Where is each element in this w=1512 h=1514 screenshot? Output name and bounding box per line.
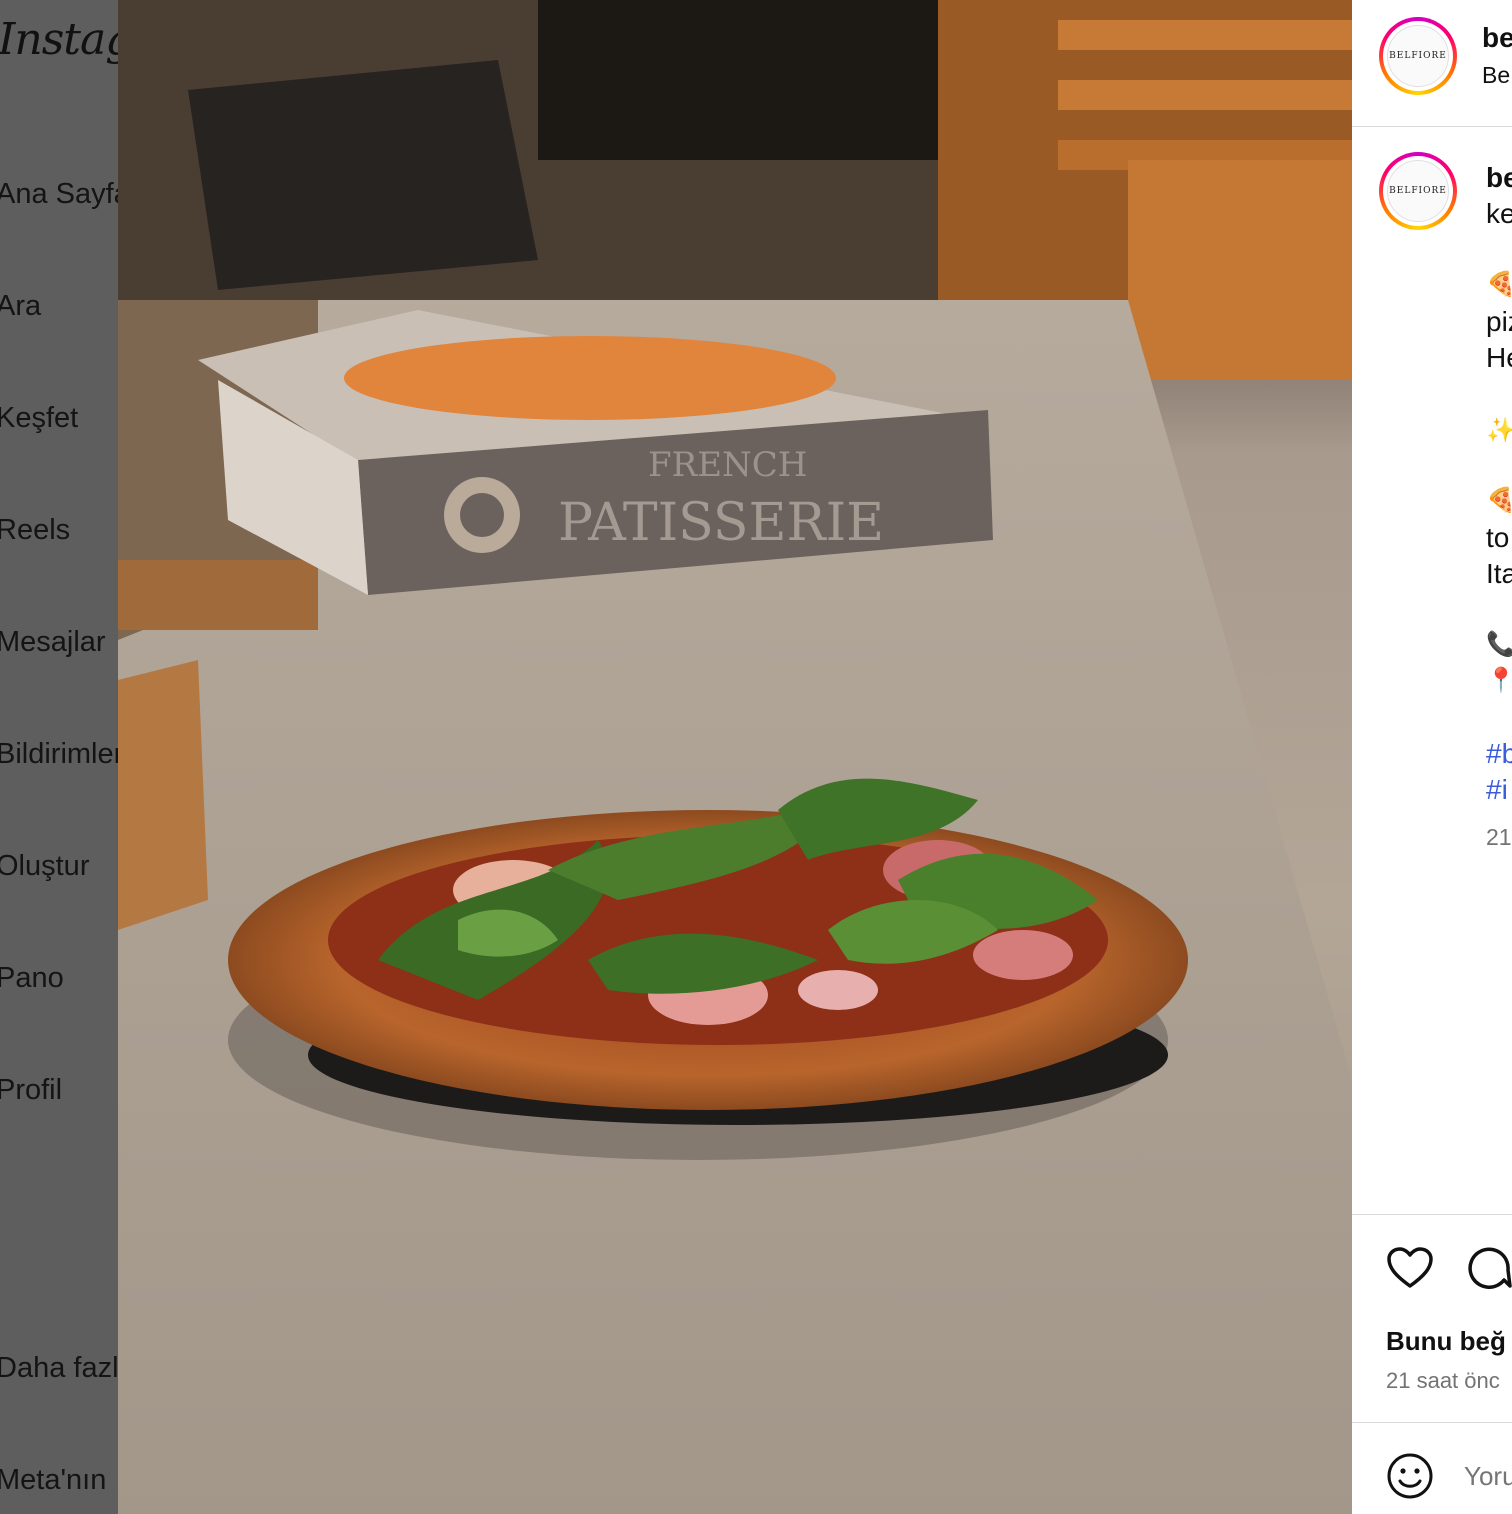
heart-icon[interactable] [1386, 1246, 1434, 1290]
sidebar-item-explore[interactable]: Keşfet [0, 402, 78, 435]
likes-text[interactable]: Bunu beğ [1386, 1326, 1506, 1357]
post-author-avatar[interactable]: BELFIORE [1379, 17, 1457, 95]
comment-input[interactable] [1464, 1458, 1512, 1494]
box-text-patisserie: PATISSERIE [558, 493, 884, 553]
post-location[interactable]: Be [1482, 62, 1510, 89]
sidebar-item-more[interactable]: Daha fazla [0, 1352, 118, 1385]
caption-emoji-phone: 📞 [1486, 631, 1512, 658]
sidebar-item-profile[interactable]: Profil [0, 1074, 62, 1107]
avatar: BELFIORE [1387, 160, 1449, 222]
caption-username[interactable]: be [1486, 162, 1512, 194]
caption-emoji-sparkles: ✨ [1486, 417, 1512, 444]
sidebar-item-dashboard[interactable]: Pano [0, 962, 64, 995]
caption-author-avatar[interactable]: BELFIORE [1379, 152, 1457, 230]
pizza-photo: FRENCH PATISSERIE [118, 0, 1352, 1514]
caption-emoji-pizza: 🍕 [1486, 271, 1512, 298]
sidebar-item-create[interactable]: Oluştur [0, 850, 89, 883]
smiley-icon[interactable] [1386, 1452, 1434, 1500]
caption-text-line: to [1486, 522, 1510, 553]
caption-text-line: He [1486, 342, 1512, 373]
hashtag-link[interactable]: #b [1486, 738, 1512, 770]
caption-emoji-pin: 📍 [1486, 667, 1512, 694]
post-author-username[interactable]: be [1482, 22, 1512, 54]
caption-text-line: ke [1486, 198, 1512, 229]
sidebar-item-notifications[interactable]: Bildirimler [0, 738, 118, 771]
caption-emoji-pizza: 🍕 [1486, 487, 1512, 514]
box-text-french: FRENCH [648, 445, 807, 485]
instagram-logo[interactable]: Instagram [0, 14, 118, 65]
header-divider [1352, 126, 1512, 127]
comment-divider [1352, 1422, 1512, 1423]
sidebar-item-meta[interactable]: Meta'nın [0, 1464, 106, 1497]
sidebar-item-search[interactable]: Ara [0, 290, 41, 323]
hashtag-link[interactable]: #i [1486, 774, 1508, 806]
caption-text-line: Ita [1486, 558, 1512, 589]
comment-icon[interactable] [1466, 1246, 1512, 1292]
post-image[interactable]: FRENCH PATISSERIE [118, 0, 1352, 1514]
actions-divider [1352, 1214, 1512, 1215]
sidebar-item-reels[interactable]: Reels [0, 514, 70, 547]
sidebar-item-home[interactable]: Ana Sayfa [0, 178, 118, 211]
post-details-panel: BELFIORE be Be BELFIORE be ke 🍕 piz He ✨… [1352, 0, 1512, 1514]
sidebar-item-messages[interactable]: Mesajlar [0, 626, 106, 659]
caption-timestamp: 21 [1486, 824, 1512, 850]
avatar: BELFIORE [1387, 25, 1449, 87]
sidebar-nav: Instagram Ana Sayfa Ara Keşfet Reels Mes… [0, 0, 118, 1514]
post-time: 21 saat önc [1386, 1368, 1500, 1393]
caption-text-line: piz [1486, 306, 1512, 337]
